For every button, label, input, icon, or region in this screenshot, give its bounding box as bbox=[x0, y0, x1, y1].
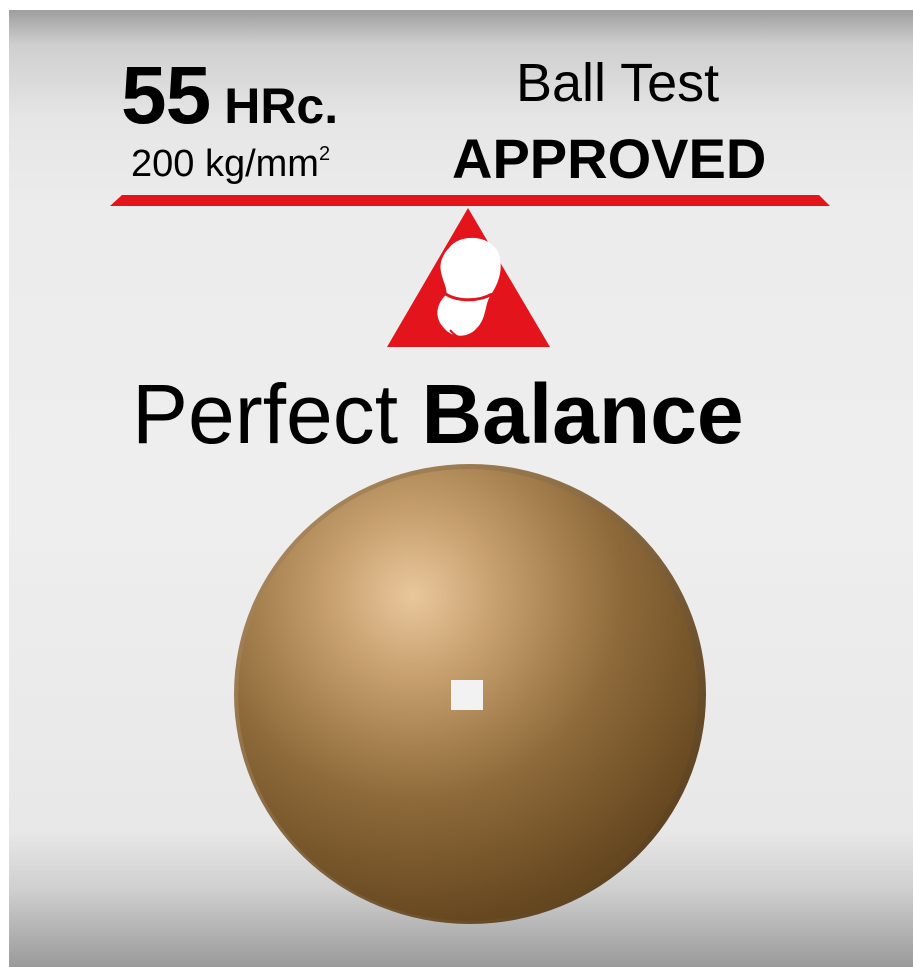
headline-normal: Perfect bbox=[132, 367, 399, 461]
triangle-ball-icon bbox=[387, 208, 550, 347]
square-hole-disc-icon bbox=[234, 464, 706, 924]
headline-bold: Balance bbox=[421, 367, 744, 461]
balance-scale-graphic bbox=[110, 195, 830, 347]
scale-beam bbox=[110, 195, 830, 206]
perfect-balance-headline: Perfect Balance bbox=[132, 372, 744, 456]
